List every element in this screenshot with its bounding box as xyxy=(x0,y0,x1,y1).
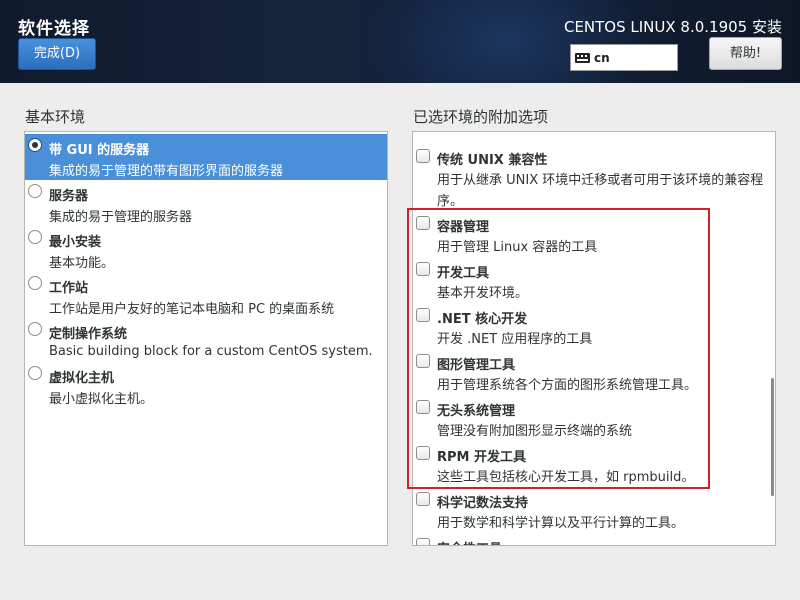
env-description: 基本功能。 xyxy=(49,256,115,271)
checkbox[interactable] xyxy=(416,308,430,322)
addon-name: 传统 UNIX 兼容性 xyxy=(437,153,548,168)
env-description: 集成的易于管理的服务器 xyxy=(49,210,193,225)
checkbox[interactable] xyxy=(416,354,430,368)
env-name: 定制操作系统 xyxy=(49,327,128,342)
addon-name: RPM 开发工具 xyxy=(437,450,527,465)
checkbox[interactable] xyxy=(416,538,430,545)
radio-button[interactable] xyxy=(28,184,42,198)
keyboard-layout-indicator[interactable]: cn xyxy=(570,44,678,71)
radio-button[interactable] xyxy=(28,322,42,336)
addons-list[interactable]: 传统 UNIX 兼容性 用于从继承 UNIX 环境中迁移或者可用于该环境的兼容程… xyxy=(412,131,776,546)
base-environment-heading: 基本环境 xyxy=(25,108,86,126)
env-item-virtualization-host[interactable]: 虚拟化主机 最小虚拟化主机。 xyxy=(25,362,387,408)
checkbox[interactable] xyxy=(416,492,430,506)
env-name: 虚拟化主机 xyxy=(49,371,115,386)
env-description: Basic building block for a custom CentOS… xyxy=(49,344,373,359)
product-title: CENTOS LINUX 8.0.1905 安装 xyxy=(563,18,782,36)
addon-description: 基本开发环境。 xyxy=(437,286,529,301)
env-item-workstation[interactable]: 工作站 工作站是用户友好的笔记本电脑和 PC 的桌面系统 xyxy=(25,272,387,318)
radio-button[interactable] xyxy=(28,230,42,244)
radio-button[interactable] xyxy=(28,138,42,152)
checkbox[interactable] xyxy=(416,446,430,460)
addon-name: 无头系统管理 xyxy=(437,404,516,419)
keyboard-icon xyxy=(575,52,590,63)
radio-button[interactable] xyxy=(28,366,42,380)
env-item-server[interactable]: 服务器 集成的易于管理的服务器 xyxy=(25,180,387,226)
addon-name: 开发工具 xyxy=(437,266,490,281)
addon-description: 用于从继承 UNIX 环境中迁移或者可用于该环境的兼容程序。 xyxy=(437,173,764,209)
env-item-server-gui[interactable]: 带 GUI 的服务器 集成的易于管理的带有图形界面的服务器 xyxy=(25,134,387,180)
addon-description: 用于数学和科学计算以及平行计算的工具。 xyxy=(437,516,685,531)
addon-name: 图形管理工具 xyxy=(437,358,516,373)
checkbox[interactable] xyxy=(416,262,430,276)
env-item-custom-os[interactable]: 定制操作系统 Basic building block for a custom… xyxy=(25,318,387,364)
addon-description: 用于管理 Linux 容器的工具 xyxy=(437,240,598,255)
checkbox[interactable] xyxy=(416,400,430,414)
env-item-minimal[interactable]: 最小安装 基本功能。 xyxy=(25,226,387,272)
page-title: 软件选择 xyxy=(18,19,90,39)
env-name: 最小安装 xyxy=(49,235,102,250)
addon-description: 用于管理系统各个方面的图形系统管理工具。 xyxy=(437,378,698,393)
checkbox[interactable] xyxy=(416,216,430,230)
env-description: 集成的易于管理的带有图形界面的服务器 xyxy=(49,164,284,179)
base-environment-list: 带 GUI 的服务器 集成的易于管理的带有图形界面的服务器 服务器 集成的易于管… xyxy=(24,131,388,546)
checkbox[interactable] xyxy=(416,149,430,163)
addons-heading: 已选环境的附加选项 xyxy=(413,108,549,126)
header-bar: 软件选择 完成(D) CENTOS LINUX 8.0.1905 安装 cn 帮… xyxy=(0,0,800,83)
env-description: 最小虚拟化主机。 xyxy=(49,392,154,407)
addon-name: 科学记数法支持 xyxy=(437,496,529,511)
keyboard-layout-label: cn xyxy=(594,50,610,65)
env-name: 工作站 xyxy=(49,281,89,296)
env-name: 带 GUI 的服务器 xyxy=(49,143,150,158)
addon-name: 容器管理 xyxy=(437,220,490,235)
env-name: 服务器 xyxy=(49,189,89,204)
addon-name: 安全性工具 xyxy=(437,538,502,545)
addons-scrollbar[interactable] xyxy=(771,378,774,496)
addon-description: 管理没有附加图形显示终端的系统 xyxy=(437,424,633,439)
done-button[interactable]: 完成(D) xyxy=(18,38,96,70)
addon-description: 开发 .NET 应用程序的工具 xyxy=(437,332,593,347)
addon-description: 这些工具包括核心开发工具，如 rpmbuild。 xyxy=(437,470,695,485)
help-button[interactable]: 帮助! xyxy=(709,37,782,70)
addon-name: .NET 核心开发 xyxy=(437,312,528,327)
radio-button[interactable] xyxy=(28,276,42,290)
env-description: 工作站是用户友好的笔记本电脑和 PC 的桌面系统 xyxy=(49,302,335,317)
